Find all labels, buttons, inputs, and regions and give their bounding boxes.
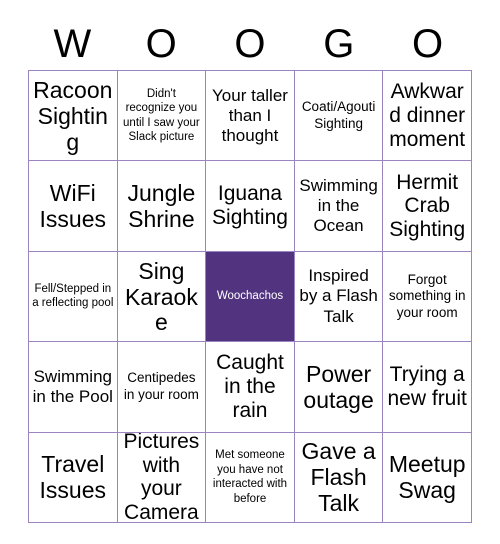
bingo-cell-label: Sing Karaoke	[124, 257, 198, 336]
bingo-cell[interactable]: Gave a Flash Talk	[294, 432, 384, 523]
bingo-cell-label: Gave a Flash Talk	[301, 438, 376, 517]
bingo-cell-label: Met someone you have not interacted with…	[212, 449, 288, 505]
bingo-cell[interactable]: Met someone you have not interacted with…	[206, 432, 295, 523]
bingo-cell-label: Meetup Swag	[388, 451, 466, 504]
bingo-cell-label: Pictures with your Camera	[123, 432, 200, 523]
bingo-cell[interactable]: Coati/Agouti Sighting	[294, 71, 384, 162]
bingo-cell-label: Coati/Agouti Sighting	[301, 99, 376, 131]
bingo-header-letters: W O O G O	[28, 18, 472, 70]
bingo-cell[interactable]: WiFi Issues	[29, 161, 118, 252]
header-letter-5: O	[412, 22, 444, 66]
bingo-cell[interactable]: Travel Issues	[29, 432, 118, 523]
bingo-cell[interactable]: Pictures with your Camera	[117, 432, 207, 523]
bingo-cell-marked[interactable]: Woochachos	[206, 251, 295, 343]
bingo-cell-label: WiFi Issues	[39, 180, 107, 233]
bingo-cell[interactable]: Fell/Stepped in a reflecting pool	[29, 251, 118, 343]
bingo-cell-label: Iguana Sighting	[212, 182, 288, 230]
bingo-cell-label: Trying a new fruit	[387, 363, 467, 410]
bingo-cell-label: Power outage	[303, 360, 374, 413]
bingo-cell[interactable]: Trying a new fruit	[383, 342, 472, 433]
bingo-cell[interactable]: Racoon Sighting	[29, 71, 118, 162]
bingo-cell[interactable]: Awkward dinner moment	[383, 71, 472, 162]
bingo-cell[interactable]: Sing Karaoke	[117, 251, 207, 343]
bingo-cell-label: Fell/Stepped in a reflecting pool	[32, 283, 114, 310]
bingo-cell[interactable]: Didn't recognize you until I saw your Sl…	[117, 71, 207, 162]
header-letter-4: G	[323, 22, 355, 66]
header-letter-3: O	[234, 22, 266, 66]
bingo-cell[interactable]: Hermit Crab Sighting	[383, 161, 472, 252]
bingo-cell[interactable]: Power outage	[294, 342, 384, 433]
bingo-cell-label: Woochachos	[216, 290, 284, 303]
bingo-cell-label: Swimming in the Ocean	[299, 176, 378, 236]
bingo-cell[interactable]: Iguana Sighting	[206, 161, 295, 252]
bingo-cell[interactable]: Jungle Shrine	[117, 161, 207, 252]
bingo-grid: Racoon Sighting Didn't recognize you unti…	[28, 70, 472, 523]
bingo-cell[interactable]: Swimming in the Pool	[29, 342, 118, 433]
bingo-cell-label: Racoon Sighting	[33, 76, 113, 155]
header-letter-2: O	[145, 22, 177, 66]
header-letter-1: W	[53, 22, 92, 66]
bingo-cell[interactable]: Inspired by a Flash Talk	[294, 251, 384, 343]
bingo-cell-label: Swimming in the Pool	[32, 366, 113, 406]
bingo-cell-label: Hermit Crab Sighting	[389, 170, 466, 241]
bingo-cell[interactable]: Forgot something in your room	[383, 251, 472, 343]
bingo-cell-label: Didn't recognize you until I saw your Sl…	[123, 87, 200, 144]
bingo-cell-label: Jungle Shrine	[127, 180, 196, 233]
bingo-cell-label: Forgot something in your room	[388, 271, 466, 320]
bingo-cell-label: Travel Issues	[39, 451, 107, 504]
bingo-cell-label: Centipedes in your room	[123, 370, 199, 402]
bingo-cell[interactable]: Your taller than I thought	[206, 71, 295, 162]
bingo-cell-label: Inspired by a Flash Talk	[299, 266, 378, 326]
bingo-cell-label: Your taller than I thought	[212, 85, 288, 145]
bingo-card: W O O G O Racoon Sighting Didn't recogniz…	[0, 0, 500, 544]
bingo-cell-label: Awkward dinner moment	[389, 80, 466, 151]
bingo-cell[interactable]: Swimming in the Ocean	[294, 161, 384, 252]
bingo-cell[interactable]: Centipedes in your room	[117, 342, 207, 433]
bingo-cell[interactable]: Caught in the rain	[206, 342, 295, 433]
bingo-cell-label: Caught in the rain	[216, 351, 284, 422]
bingo-cell[interactable]: Meetup Swag	[383, 432, 472, 523]
